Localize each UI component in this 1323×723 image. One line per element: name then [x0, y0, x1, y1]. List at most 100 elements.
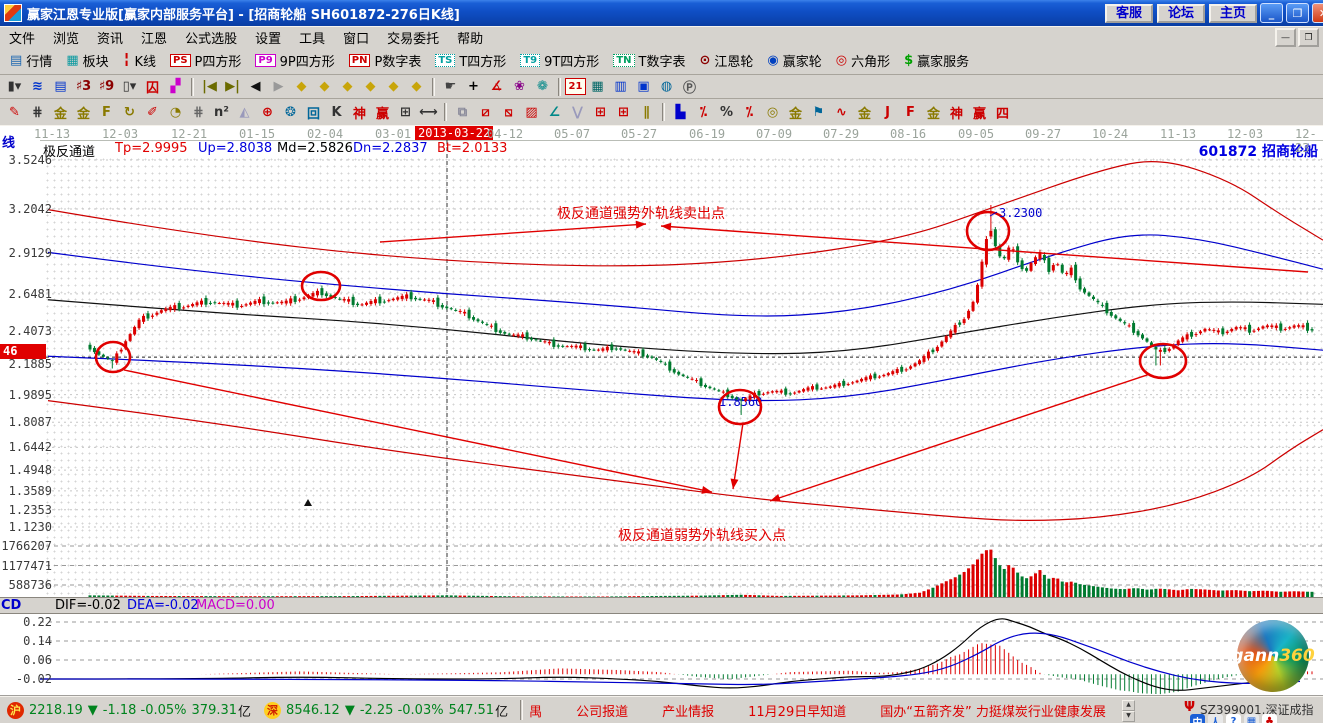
tool-compress-all[interactable]: ◆	[405, 77, 428, 97]
toolbar-hexagon[interactable]: ◎六角形	[829, 49, 897, 72]
tool-v-wave[interactable]: ⋁	[566, 102, 589, 122]
tool-gold-angle-2[interactable]: 金	[922, 102, 945, 122]
spinner-up-icon[interactable]: ▲	[1122, 700, 1135, 711]
toolbar-t-square[interactable]: TST四方形	[428, 49, 513, 72]
tool-shift-left[interactable]: ◆	[290, 77, 313, 97]
tool-square-target[interactable]: 回	[302, 102, 325, 122]
tool-grid-123[interactable]: ⊞	[394, 102, 417, 122]
tool-shen-angle[interactable]: 神	[945, 102, 968, 122]
tool-chart-export[interactable]: ◍	[655, 77, 678, 97]
tool-j-angle[interactable]: J	[876, 102, 899, 122]
titlebar-button-论坛[interactable]: 论坛	[1157, 4, 1205, 23]
tool-pattern-match[interactable]: 囚	[141, 77, 164, 97]
tool-gold-section-2[interactable]: 金	[72, 102, 95, 122]
tool-crosshair[interactable]: +	[462, 77, 485, 97]
tool-kline-combine-9[interactable]: ♯9	[95, 77, 118, 97]
news-item-3[interactable]: 11月29日早知道	[748, 705, 846, 720]
restore-button[interactable]: ❐	[1286, 3, 1309, 23]
tool-percent[interactable]: %	[715, 102, 738, 122]
tool-si-angle[interactable]: 四	[991, 102, 1014, 122]
corner-icon-3[interactable]: ▦	[1244, 714, 1259, 723]
menu-item-6[interactable]: 工具	[290, 27, 334, 48]
tool-calendar[interactable]: 21	[565, 78, 586, 95]
tool-gold-section-1[interactable]: 金	[49, 102, 72, 122]
tool-percent-strike[interactable]: ⁒	[692, 102, 715, 122]
tool-zoom-out-horizontal[interactable]: ◆	[359, 77, 382, 97]
menu-item-4[interactable]: 公式选股	[176, 27, 246, 48]
menu-item-9[interactable]: 帮助	[448, 27, 492, 48]
tool-k-quote[interactable]: K	[325, 102, 348, 122]
news-item-2[interactable]: 产业情报	[662, 705, 714, 720]
toolbar-kline[interactable]: ╏K线	[116, 49, 163, 72]
tool-spiral[interactable]: ↻	[118, 102, 141, 122]
tool-grid-ruler[interactable]: ⋕	[187, 102, 210, 122]
corner-icon-4[interactable]: ♣	[1262, 714, 1277, 723]
toolbar-9t-square[interactable]: T99T四方形	[513, 49, 606, 72]
tool-n-square[interactable]: n²	[210, 102, 233, 122]
tool-indicator-wave[interactable]: ≋	[26, 77, 49, 97]
menu-item-8[interactable]: 交易委托	[378, 27, 448, 48]
toolbar-sectors[interactable]: ▦板块	[59, 49, 115, 72]
tool-expand-all[interactable]: ◆	[382, 77, 405, 97]
menu-item-2[interactable]: 资讯	[88, 27, 132, 48]
title-bar[interactable]: 赢家江恩专业版[赢家内部服务平台] - [招商轮船 SH601872-276日K…	[0, 0, 1323, 26]
tool-first-bar[interactable]: |◀	[198, 77, 221, 97]
menu-item-3[interactable]: 江恩	[132, 27, 176, 48]
tool-width-measure[interactable]: ⟷	[417, 102, 440, 122]
tool-clipboard[interactable]: ▤	[49, 77, 72, 97]
tool-gold-angle[interactable]: 金	[853, 102, 876, 122]
tool-gann-grid[interactable]: ▨	[520, 102, 543, 122]
tool-tick-ruler[interactable]: ⋕	[26, 102, 49, 122]
tool-candle-style[interactable]: ▮▾	[3, 77, 26, 97]
tool-a-wave[interactable]: ∿	[830, 102, 853, 122]
tool-last-bar[interactable]: ▶|	[221, 77, 244, 97]
news-item-1[interactable]: 公司报道	[576, 705, 628, 720]
tool-calculator[interactable]: ▦	[586, 77, 609, 97]
tool-box-select[interactable]: ⧉	[451, 102, 474, 122]
tool-zoom-in-horizontal[interactable]: ◆	[336, 77, 359, 97]
news-item-4[interactable]: 国办“五箭齐发” 力挺煤炭行业健康发展	[880, 705, 1106, 720]
titlebar-button-客服[interactable]: 客服	[1105, 4, 1153, 23]
tool-draw-pen[interactable]: ✎	[3, 102, 26, 122]
tool-red-grid-2[interactable]: ⊞	[612, 102, 635, 122]
news-item-0[interactable]: 禺	[529, 705, 542, 720]
tool-gann-fan[interactable]: ⧄	[474, 102, 497, 122]
corner-icon-1[interactable]: 人	[1208, 714, 1223, 723]
tool-percent-line[interactable]: ⁒	[738, 102, 761, 122]
chart-area[interactable]: 线 极反通道 Tp=2.9995 Up=2.8038 Md=2.5826 Dn=…	[0, 126, 1323, 695]
menu-item-0[interactable]: 文件	[0, 27, 44, 48]
tool-prev-bar[interactable]: ◀	[244, 77, 267, 97]
toolbar-t-number-table[interactable]: TNT数字表	[606, 49, 692, 72]
tool-memo[interactable]: ▥	[609, 77, 632, 97]
tool-volume-ladder[interactable]: ▞	[164, 77, 187, 97]
menu-item-7[interactable]: 窗口	[334, 27, 378, 48]
menu-item-5[interactable]: 设置	[246, 27, 290, 48]
toolbar-winner-service[interactable]: $赢家服务	[897, 49, 976, 72]
child-restore-button[interactable]: ❐	[1298, 28, 1319, 47]
toolbar-9p-square[interactable]: P99P四方形	[248, 49, 341, 72]
tool-gann-fan-box[interactable]: ⧅	[497, 102, 520, 122]
toolbar-winner-wheel[interactable]: ◉赢家轮	[760, 49, 828, 72]
tool-gold-line[interactable]: 金	[784, 102, 807, 122]
tool-save[interactable]: ▣	[632, 77, 655, 97]
tool-kline-combine-3[interactable]: ♯3	[72, 77, 95, 97]
tool-win-tool[interactable]: 赢	[371, 102, 394, 122]
tool-shift-right[interactable]: ◆	[313, 77, 336, 97]
tool-win-angle[interactable]: 赢	[968, 102, 991, 122]
tool-circle-cross[interactable]: ⊕	[256, 102, 279, 122]
minimize-button[interactable]: _	[1260, 3, 1283, 23]
menu-item-1[interactable]: 浏览	[44, 27, 88, 48]
spinner-down-icon[interactable]: ▼	[1122, 711, 1135, 722]
tool-triangle-tool[interactable]: ◭	[233, 102, 256, 122]
news-spinner[interactable]: ▲ ▼	[1122, 700, 1135, 722]
tool-parallel-lines[interactable]: ∥	[635, 102, 658, 122]
toolbar-p-number-table[interactable]: PNP数字表	[342, 49, 429, 72]
tool-gann-flower[interactable]: ❀	[508, 77, 531, 97]
tool-gold-circle[interactable]: ◎	[761, 102, 784, 122]
toolbar-gann-wheel[interactable]: ⊙江恩轮	[692, 49, 760, 72]
tool-spider-web[interactable]: ❂	[279, 102, 302, 122]
tool-angle-measure[interactable]: ∡	[485, 77, 508, 97]
tool-gann-shell[interactable]: ❁	[531, 77, 554, 97]
titlebar-button-主页[interactable]: 主页	[1209, 4, 1257, 23]
tool-fib-levels[interactable]: F	[95, 102, 118, 122]
